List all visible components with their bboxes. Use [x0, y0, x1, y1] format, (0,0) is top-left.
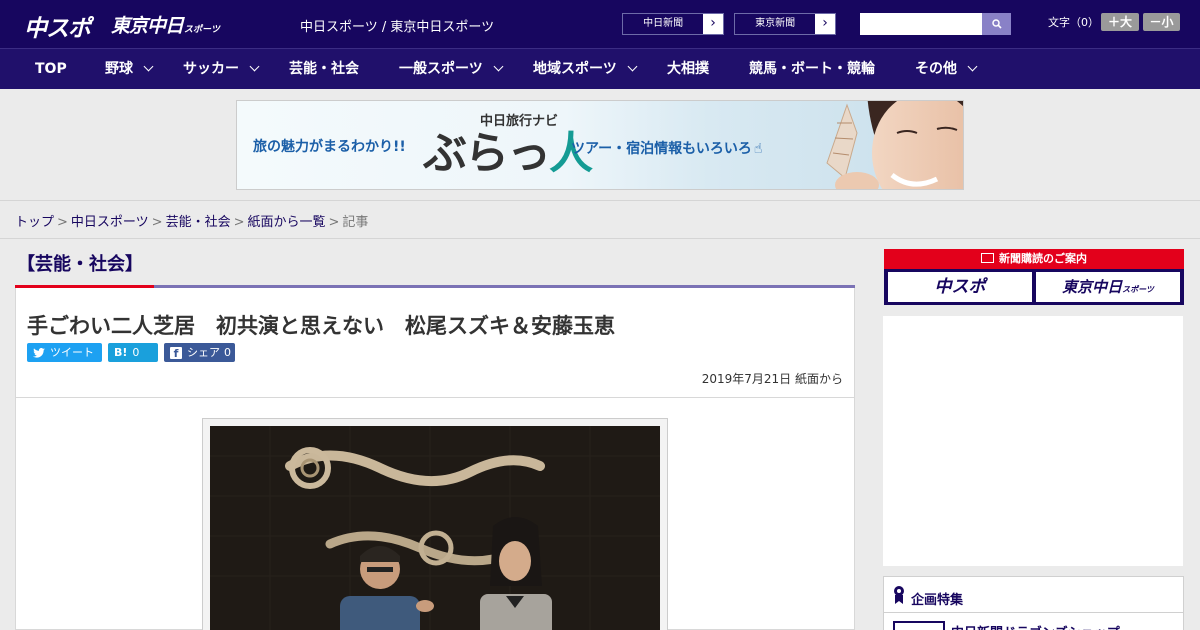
- chevron-down-icon: [143, 61, 154, 72]
- nav-label: 競馬・ボート・競輪: [749, 61, 875, 77]
- dragons-shop-thumbnail[interactable]: [893, 621, 945, 630]
- nav-item-other[interactable]: その他: [915, 49, 978, 90]
- breadcrumb-link-paper-list[interactable]: 紙面から一覧: [248, 215, 326, 230]
- hatena-count: 0: [132, 346, 140, 359]
- nav-item-entertainment[interactable]: 芸能・社会: [289, 49, 359, 90]
- breadcrumb-divider: [0, 238, 1200, 239]
- nav-label: 大相撲: [667, 61, 709, 77]
- site-header: 中スポ 東京中日スポーツ 中日スポーツ / 東京中日スポーツ 中日新聞 › 東京…: [0, 0, 1200, 48]
- medal-icon: [894, 586, 904, 604]
- tweet-label: ツイート: [50, 346, 94, 359]
- subscribe-chuspo-button[interactable]: 中スポ: [888, 272, 1032, 302]
- travel-ad-banner[interactable]: 旅の魅力がまるわかり!! 中日旅行ナビ ぶらっ人 ツアー・宿泊情報もいろいろ ☝: [236, 100, 964, 190]
- subscribe-tokyo-label: 東京中日: [1062, 278, 1123, 296]
- chevron-right-icon: ›: [815, 14, 835, 34]
- section-heading: 【芸能・社会】: [17, 254, 143, 275]
- nav-item-general-sports[interactable]: 一般スポーツ: [399, 49, 504, 90]
- subscription-header: 新聞購読のご案内: [884, 249, 1184, 269]
- stage-performance-photo[interactable]: [210, 426, 660, 630]
- article-photo-frame: [202, 418, 668, 630]
- tokyo-logo-text: 東京中日: [111, 15, 184, 37]
- chevron-down-icon: [493, 61, 504, 72]
- ad-left-text: 旅の魅力がまるわかり!!: [253, 139, 406, 155]
- chevron-down-icon: [967, 61, 978, 72]
- subscription-header-label: 新聞購読のご案内: [999, 252, 1087, 265]
- ad-right-text: ツアー・宿泊情報もいろいろ ☝: [571, 138, 762, 158]
- breadcrumb-link-entertainment[interactable]: 芸能・社会: [166, 215, 231, 230]
- feature-box: 企画特集 中日新聞ドラゴンズショップ: [883, 576, 1184, 630]
- tokyo-chunichi-logo[interactable]: 東京中日スポーツ: [111, 11, 220, 38]
- breadcrumb: トップ > 中日スポーツ > 芸能・社会 > 紙面から一覧 > 記事: [15, 211, 368, 230]
- nav-label: 芸能・社会: [289, 61, 359, 77]
- article-card: 手ごわい二人芝居 初共演と思えない 松尾スズキ＆安藤玉恵 ツイート B! 0 f…: [15, 288, 855, 630]
- site-names: 中日スポーツ / 東京中日スポーツ: [300, 20, 495, 35]
- font-size-label: 文字（0）: [1048, 16, 1099, 29]
- facebook-share-count: 0: [224, 346, 231, 359]
- facebook-icon: f: [170, 346, 182, 360]
- nav-item-top[interactable]: TOP: [35, 49, 67, 90]
- article-title: 手ごわい二人芝居 初共演と思えない 松尾スズキ＆安藤玉恵: [27, 314, 615, 338]
- font-larger-button[interactable]: ＋大: [1101, 13, 1139, 31]
- chevron-down-icon: [627, 61, 638, 72]
- breadcrumb-separator: >: [233, 215, 245, 230]
- tokyo-shimbun-label: 東京新聞: [735, 14, 816, 34]
- chuspo-logo[interactable]: 中スポ: [24, 9, 91, 43]
- pointing-hand-icon: ☝: [753, 141, 763, 157]
- article-divider: [16, 397, 854, 398]
- nav-item-baseball[interactable]: 野球: [105, 49, 154, 90]
- hatena-bookmark-icon: B!: [114, 346, 128, 359]
- newspaper-icon: [981, 253, 994, 263]
- ad-brand-part-a: ぶらっ: [423, 128, 551, 179]
- nav-label: 野球: [105, 61, 133, 77]
- breadcrumb-link-chunichi-sports[interactable]: 中日スポーツ: [71, 215, 149, 230]
- breadcrumb-separator: >: [328, 215, 340, 230]
- twitter-bird-icon: [33, 347, 45, 358]
- nav-item-sumo[interactable]: 大相撲: [667, 49, 709, 90]
- search-icon: [991, 19, 1002, 29]
- woman-with-shell-image: [826, 101, 963, 189]
- ad-right-label: ツアー・宿泊情報もいろいろ: [571, 141, 752, 157]
- nav-label: 地域スポーツ: [533, 61, 617, 77]
- sidebar-ad-slot: [883, 316, 1183, 566]
- facebook-share-label: シェア: [187, 346, 220, 359]
- search-input[interactable]: [860, 13, 983, 35]
- nav-item-local-sports[interactable]: 地域スポーツ: [533, 49, 638, 90]
- chunichi-shimbun-label: 中日新聞: [623, 14, 704, 34]
- chevron-down-icon: [249, 61, 260, 72]
- nav-label: 一般スポーツ: [399, 61, 483, 77]
- nav-label: TOP: [35, 61, 67, 77]
- chunichi-shimbun-link[interactable]: 中日新聞 ›: [622, 13, 724, 35]
- subscribe-tokyo-chunichi-button[interactable]: 東京中日スポーツ: [1036, 272, 1180, 302]
- subscribe-tokyo-small: スポーツ: [1122, 285, 1154, 294]
- ad-brand-logo: ぶらっ人: [423, 117, 593, 181]
- search-button[interactable]: [982, 13, 1011, 35]
- tweet-button[interactable]: ツイート: [27, 343, 102, 362]
- nav-label: その他: [915, 61, 957, 77]
- article-date: 2019年7月21日 紙面から: [701, 372, 843, 386]
- main-nav: TOP 野球 サッカー 芸能・社会 一般スポーツ 地域スポーツ 大相撲 競馬・ボ…: [0, 48, 1200, 89]
- ad-area: 旅の魅力がまるわかり!! 中日旅行ナビ ぶらっ人 ツアー・宿泊情報もいろいろ ☝: [0, 89, 1200, 201]
- nav-item-soccer[interactable]: サッカー: [183, 49, 260, 90]
- feature-item-dragons-shop[interactable]: 中日新聞ドラゴンズショップ: [951, 622, 1120, 630]
- hatena-bookmark-button[interactable]: B! 0: [108, 343, 158, 362]
- font-smaller-button[interactable]: －小: [1143, 13, 1180, 31]
- nav-item-racing[interactable]: 競馬・ボート・競輪: [749, 49, 875, 90]
- subscription-box: 新聞購読のご案内 中スポ 東京中日スポーツ: [884, 249, 1184, 305]
- chevron-right-icon: ›: [703, 14, 723, 34]
- breadcrumb-current: 記事: [342, 215, 369, 230]
- feature-title: 企画特集: [911, 593, 964, 608]
- tokyo-logo-small: スポーツ: [184, 25, 220, 35]
- breadcrumb-separator: >: [151, 215, 163, 230]
- feature-header: 企画特集: [884, 577, 1183, 613]
- facebook-share-button[interactable]: f シェア 0: [164, 343, 235, 362]
- nav-label: サッカー: [183, 61, 239, 77]
- breadcrumb-link-top[interactable]: トップ: [15, 215, 54, 230]
- breadcrumb-separator: >: [57, 215, 68, 230]
- tokyo-shimbun-link[interactable]: 東京新聞 ›: [734, 13, 836, 35]
